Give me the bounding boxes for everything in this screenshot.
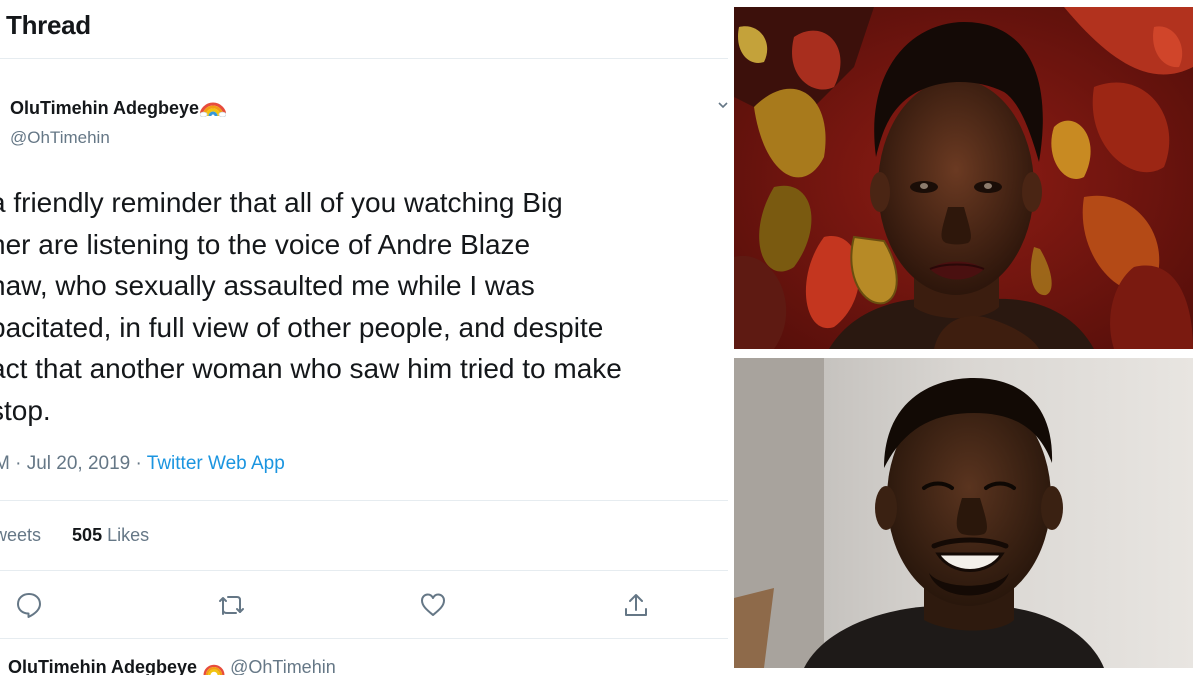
rainbow-icon [203,660,225,675]
woman-portrait-photo [734,7,1193,349]
share-button[interactable] [621,590,651,620]
tweet-stats: weets 505 Likes [0,525,149,546]
chevron-down-icon[interactable] [716,98,728,112]
rainbow-icon [199,99,227,122]
likes-label: Likes [107,525,150,545]
tweet-text: a friendly reminder that all of you watc… [0,187,622,426]
author-name-text[interactable]: OluTimehin Adegbeye [10,98,199,118]
page-title: Thread [6,10,91,40]
author-handle[interactable]: @OhTimehin [10,128,110,148]
retweet-button[interactable] [216,590,246,620]
heart-icon [418,593,448,624]
divider [0,500,728,501]
tweet-source-link[interactable]: Twitter Web App [147,453,285,474]
next-tweet-handle[interactable]: @OhTimehin [230,657,336,675]
next-tweet-header[interactable]: OluTimehin Adegbeye @OhTimehin [8,657,336,675]
page: Thread OluTimehin Adegbeye @OhTimehin a … [0,0,1200,675]
next-tweet-author[interactable]: OluTimehin Adegbeye [8,657,197,675]
reply-icon [14,593,44,624]
tweet-date: M · Jul 20, 2019 · [0,453,147,474]
author-name[interactable]: OluTimehin Adegbeye [10,98,227,122]
reply-button[interactable] [14,590,44,620]
likes-count: 505 [72,525,103,545]
twitter-thread-panel: Thread OluTimehin Adegbeye @OhTimehin a … [0,0,728,675]
like-button[interactable] [418,590,448,620]
man-portrait-photo [734,358,1193,668]
retweets-stat[interactable]: weets [0,525,41,545]
tweet-timestamp: M · Jul 20, 2019 · Twitter Web App [0,453,285,475]
retweet-icon [216,596,248,624]
share-icon [621,594,651,624]
divider [0,638,728,639]
likes-stat[interactable]: 505 Likes [72,525,149,545]
divider [0,570,728,571]
thread-header: Thread [0,0,728,59]
